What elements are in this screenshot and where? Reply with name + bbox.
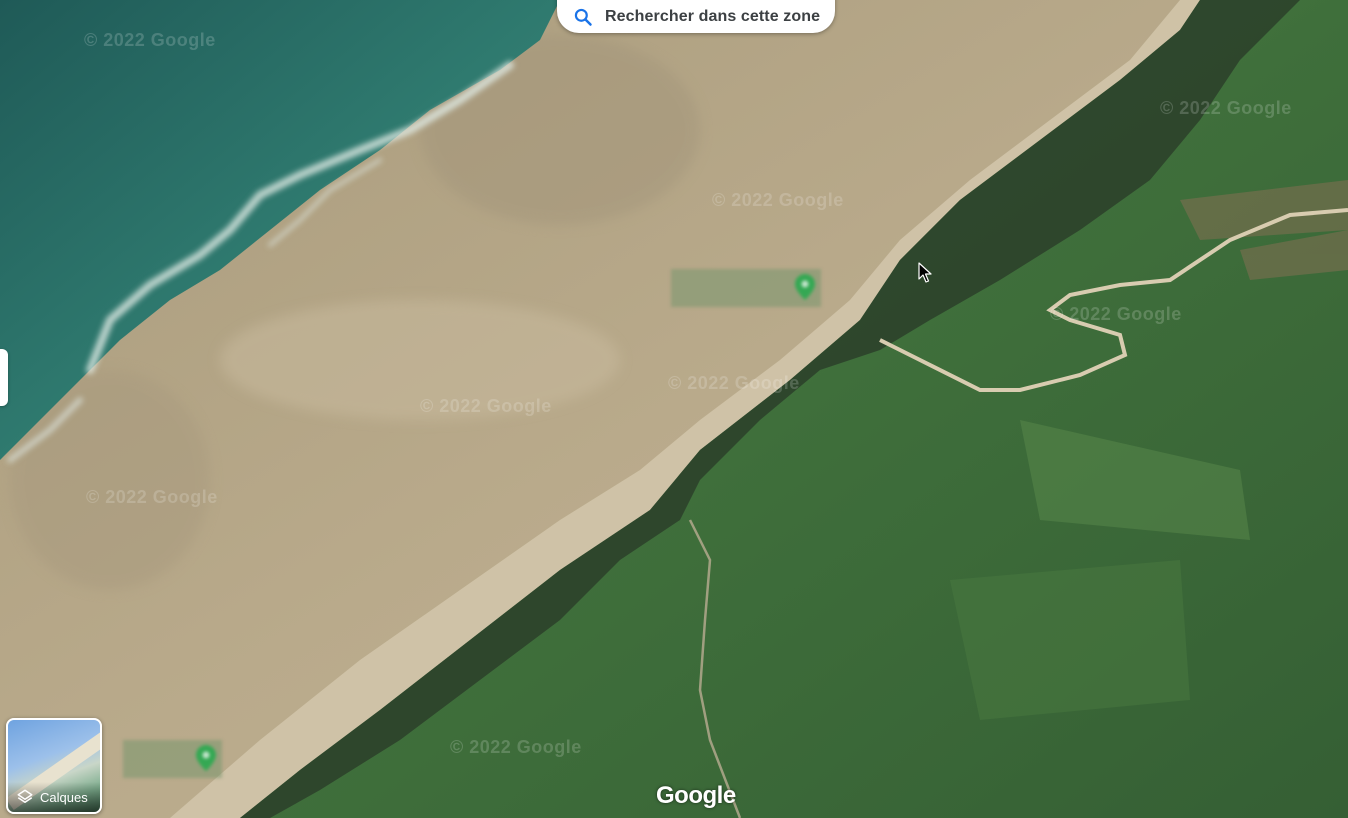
- watermark: © 2022 Google: [450, 737, 582, 757]
- watermark: © 2022 Google: [420, 396, 552, 416]
- watermark: © 2022 Google: [712, 190, 844, 210]
- map-pin-icon: [196, 745, 216, 771]
- search-this-area-button[interactable]: Rechercher dans cette zone: [557, 0, 835, 33]
- mouse-cursor-icon: [918, 262, 932, 283]
- watermark: © 2022 Google: [1050, 304, 1182, 324]
- watermark: © 2022 Google: [668, 373, 800, 393]
- satellite-map[interactable]: [0, 0, 1348, 818]
- search-this-area-label: Rechercher dans cette zone: [605, 7, 821, 25]
- search-icon: [574, 8, 592, 26]
- layers-label: Calques: [40, 789, 88, 805]
- watermark: © 2022 Google: [86, 487, 218, 507]
- place-marker[interactable]: [671, 269, 821, 307]
- watermark: © 2022 Google: [84, 30, 216, 50]
- layers-icon: [17, 789, 33, 803]
- map-pin-icon: [795, 274, 815, 300]
- watermark: © 2022 Google: [1160, 98, 1292, 118]
- google-logo: Google: [656, 782, 736, 809]
- side-panel-toggle[interactable]: [0, 349, 8, 406]
- place-marker[interactable]: [123, 740, 222, 778]
- layers-button[interactable]: Calques: [6, 718, 102, 814]
